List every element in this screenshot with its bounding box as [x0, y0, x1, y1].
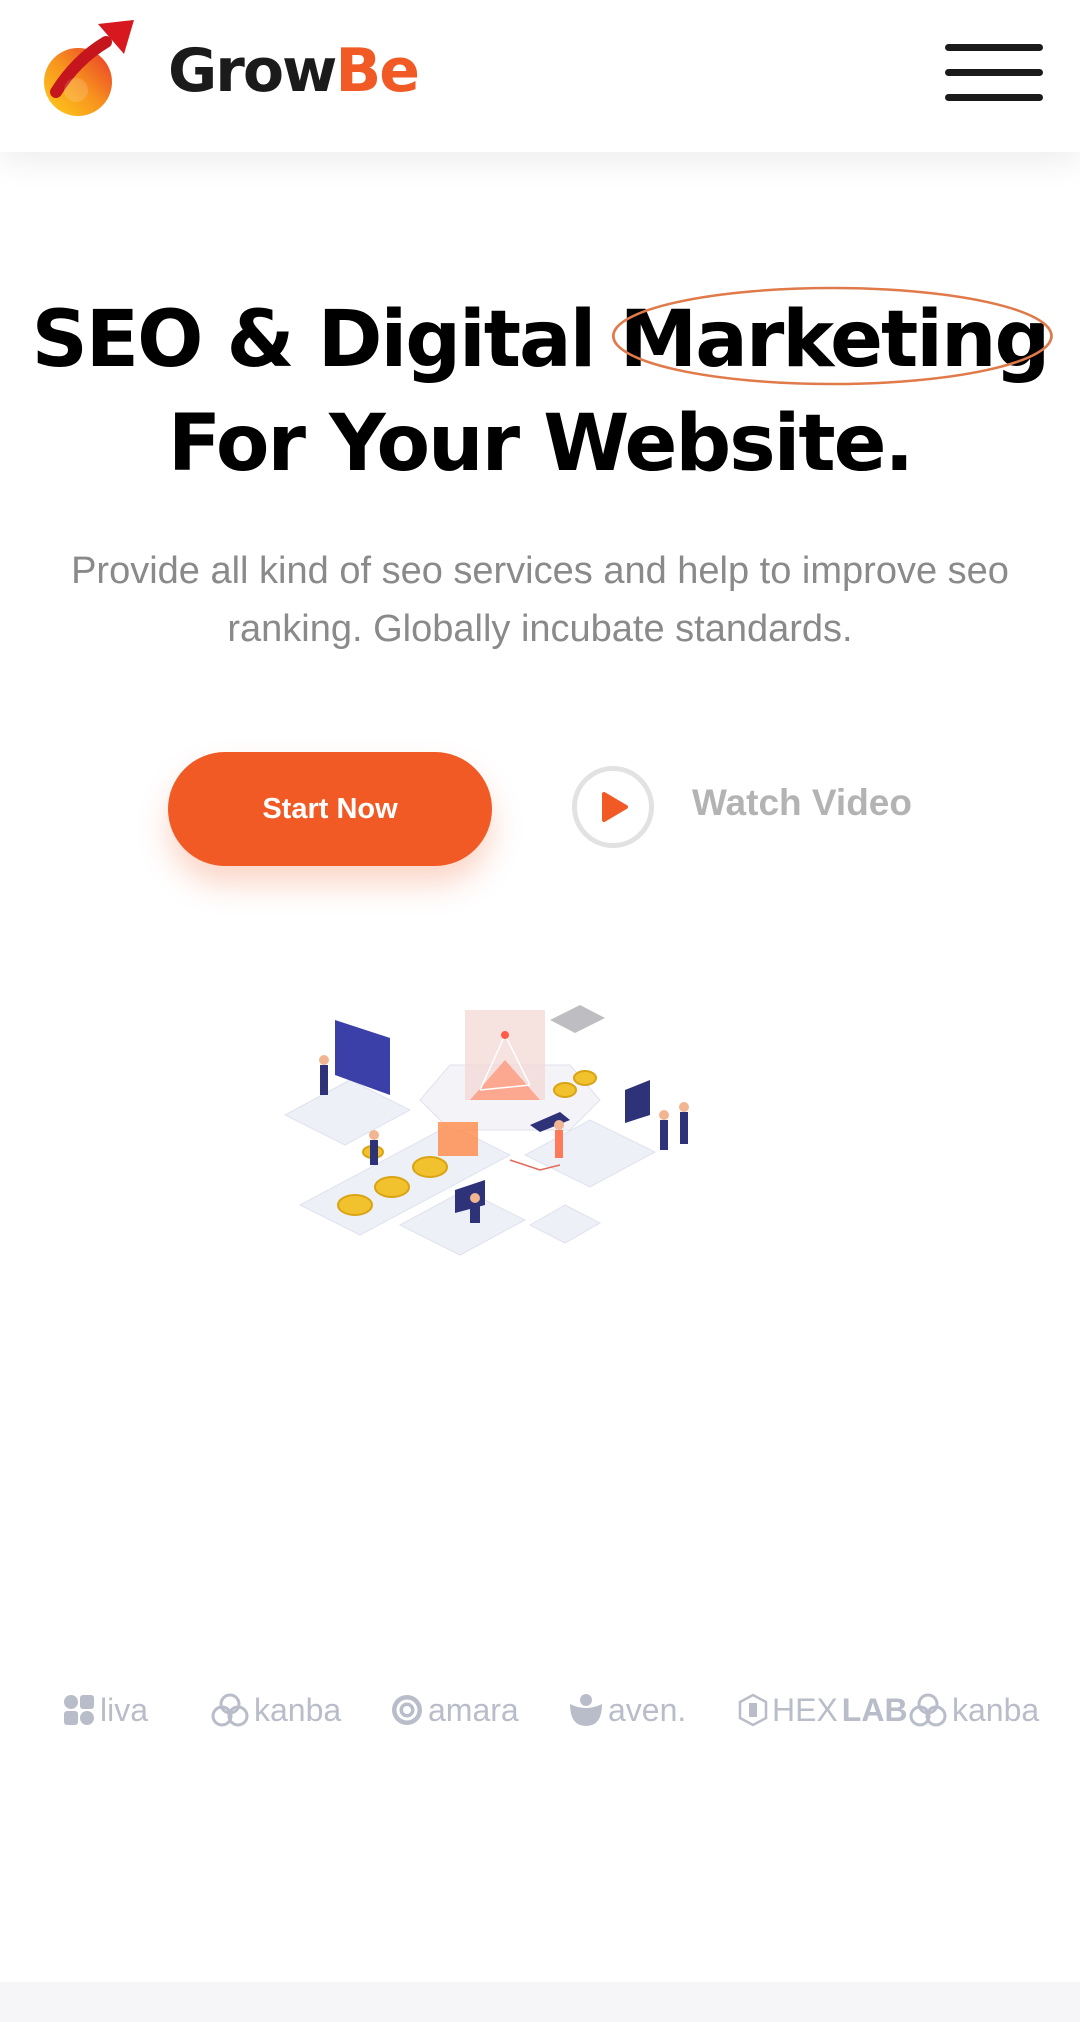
brand-logos-strip: liva kanba amara aven. HEX LAB kanba	[0, 1685, 1080, 1735]
logo-text-grow: Grow	[168, 36, 337, 106]
isometric-seo-illustration	[283, 1005, 689, 1256]
watch-video-label: Watch Video	[692, 782, 912, 823]
logo-text-be: Be	[335, 36, 420, 106]
brand-name-hex: HEX	[772, 1691, 838, 1728]
brand-name: liva	[100, 1691, 149, 1728]
next-section-edge	[0, 1982, 1080, 2022]
hero-title-line1: SEO & Digital Marketing	[0, 286, 1080, 392]
brand-logo-kanba[interactable]: kanba	[210, 1685, 341, 1735]
watch-video-button[interactable]: Watch Video	[572, 766, 952, 848]
aven-logo-icon	[570, 1694, 602, 1726]
brand-logo-kanba-2[interactable]: kanba	[908, 1685, 1039, 1735]
play-icon[interactable]	[572, 766, 654, 848]
menu-bar	[945, 94, 1043, 101]
brand-name: aven.	[608, 1691, 687, 1728]
menu-bar	[945, 69, 1043, 76]
hamburger-menu-icon[interactable]	[945, 44, 1043, 102]
hero-title-line2: For Your Website.	[167, 399, 914, 489]
brand-name: amara	[428, 1691, 519, 1728]
brand-logo-aven[interactable]: aven.	[568, 1685, 686, 1735]
site-header: GrowBe	[0, 0, 1080, 152]
hero-title-highlight: Marketing	[611, 286, 1053, 392]
hexlab-logo-icon	[738, 1693, 768, 1727]
brand-name: kanba	[952, 1691, 1040, 1728]
brand-logo-liva[interactable]: liva	[62, 1685, 148, 1735]
start-now-button[interactable]: Start Now	[168, 752, 492, 866]
hero-subtitle: Provide all kind of seo services and hel…	[71, 550, 1009, 650]
hero-title-prefix: SEO & Digital	[31, 295, 620, 385]
liva-logo-icon	[64, 1695, 94, 1725]
growbe-logo-icon[interactable]	[36, 20, 136, 128]
hero-title: SEO & Digital Marketing For Your Website…	[0, 286, 1080, 496]
amara-logo-icon	[392, 1695, 422, 1725]
kanba-logo-icon	[909, 1693, 947, 1727]
logo-wordmark[interactable]: GrowBe	[168, 34, 420, 108]
menu-bar	[945, 44, 1043, 51]
brand-name-lab: LAB	[841, 1691, 908, 1728]
kanba-logo-icon	[211, 1693, 249, 1727]
brand-name: kanba	[254, 1691, 342, 1728]
brand-logo-amara[interactable]: amara	[390, 1685, 519, 1735]
brand-logo-hexlab[interactable]: HEX LAB	[738, 1685, 908, 1735]
